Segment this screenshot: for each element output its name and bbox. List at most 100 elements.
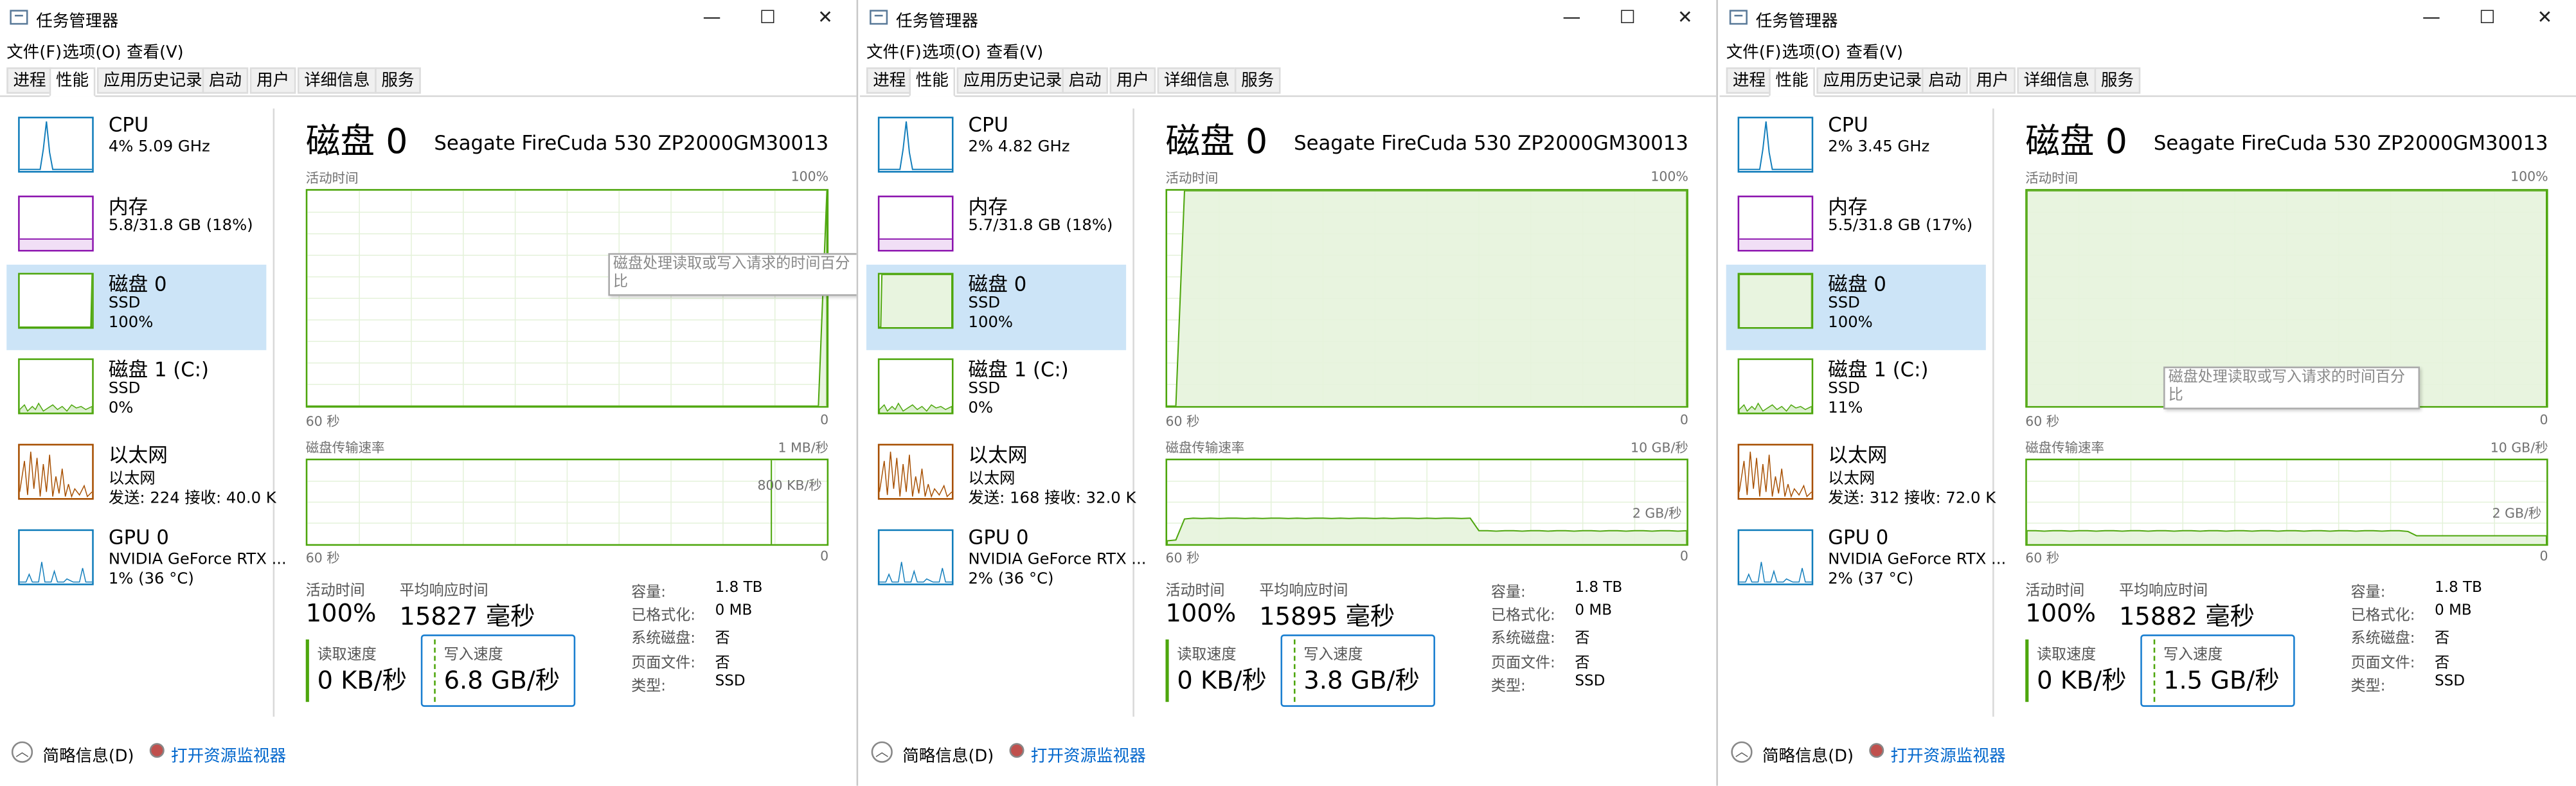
system-disk-label: 系统磁盘:: [2350, 631, 2415, 648]
open-resource-monitor-link[interactable]: 打开资源监视器: [1890, 742, 2005, 766]
resource-sidebar: CPU 2% 3.45 GHz 内存 5.5/31.8 GB (17%) 磁盘 …: [1719, 108, 2006, 717]
sidebar-item-ethernet[interactable]: 以太网 以太网 发送: 168 接收: 32.0 K: [866, 436, 1136, 521]
transfer-axis-right: 0: [820, 549, 829, 564]
resource-sidebar: CPU 2% 4.82 GHz 内存 5.7/31.8 GB (18%) 磁盘 …: [860, 108, 1147, 717]
sidebar-disk1-type: SSD: [108, 379, 141, 398]
tab-details[interactable]: 详细信息: [297, 67, 377, 94]
sidebar-disk0-value: 100%: [108, 314, 154, 332]
chevron-up-icon[interactable]: ︿: [871, 741, 893, 763]
capacity-value: 1.8 TB: [715, 580, 763, 597]
sidebar-item-memory[interactable]: 内存 5.7/31.8 GB (18%): [866, 188, 1126, 273]
sidebar-item-cpu[interactable]: CPU 2% 4.82 GHz: [866, 109, 1126, 194]
tab-performance[interactable]: 性能: [49, 67, 96, 97]
open-resource-monitor-link[interactable]: 打开资源监视器: [1031, 742, 1146, 766]
sidebar-item-cpu[interactable]: CPU 2% 3.45 GHz: [1726, 109, 1986, 194]
title-bar[interactable]: 任务管理器 — ☐ ✕: [0, 0, 857, 36]
menu-options[interactable]: 选项(O): [922, 38, 981, 62]
tab-performance[interactable]: 性能: [1769, 67, 1815, 97]
tab-performance[interactable]: 性能: [909, 67, 956, 97]
sidebar-item-ethernet[interactable]: 以太网 以太网 发送: 224 接收: 40.0 K: [6, 436, 276, 521]
sidebar-item-memory[interactable]: 内存 5.8/31.8 GB (18%): [6, 188, 266, 273]
minimize-button[interactable]: —: [684, 0, 740, 36]
tab-startup[interactable]: 启动: [1922, 67, 1968, 94]
sidebar-memory-value: 5.7/31.8 GB (18%): [968, 217, 1113, 235]
menu-options[interactable]: 选项(O): [62, 38, 121, 62]
sidebar-disk0-type: SSD: [1828, 294, 1860, 312]
brief-info-button[interactable]: 简略信息(D): [902, 742, 994, 766]
menu-file[interactable]: 文件(F): [866, 38, 922, 62]
close-button[interactable]: ✕: [1657, 0, 1713, 36]
tab-processes[interactable]: 进程: [6, 67, 53, 94]
sidebar-disk1-name: 磁盘 1 (C:): [108, 358, 210, 382]
open-resource-monitor-link[interactable]: 打开资源监视器: [171, 742, 286, 766]
transfer-axis-left: 60 秒: [2025, 550, 2060, 566]
tab-startup[interactable]: 启动: [202, 67, 249, 94]
menu-view[interactable]: 查看(V): [987, 38, 1044, 62]
menu-options[interactable]: 选项(O): [1782, 38, 1841, 62]
memory-thumbnail: [877, 195, 954, 252]
close-button[interactable]: ✕: [798, 0, 854, 36]
tab-users[interactable]: 用户: [1969, 67, 2016, 94]
sidebar-item-disk1[interactable]: 磁盘 1 (C:) SSD 0%: [866, 350, 1126, 436]
tab-details[interactable]: 详细信息: [2017, 67, 2097, 94]
tab-app-history[interactable]: 应用历史记录: [96, 67, 209, 94]
minimize-button[interactable]: —: [1544, 0, 1600, 36]
memory-thumbnail: [1737, 195, 1814, 252]
write-speed-label: 写入速度: [1303, 647, 1363, 665]
activity-graph-max: 100%: [2510, 169, 2548, 184]
close-button[interactable]: ✕: [2517, 0, 2573, 36]
sidebar-item-ethernet[interactable]: 以太网 以太网 发送: 312 接收: 72.0 K: [1726, 436, 1996, 521]
sidebar-gpu-sub: NVIDIA GeForce RTX ...: [968, 550, 1147, 569]
title-bar[interactable]: 任务管理器 — ☐ ✕: [860, 0, 1717, 36]
title-bar[interactable]: 任务管理器 — ☐ ✕: [1719, 0, 2576, 36]
tab-app-history[interactable]: 应用历史记录: [956, 67, 1069, 94]
sidebar-gpu-sub: NVIDIA GeForce RTX ...: [1828, 550, 2007, 569]
capacity-value: 1.8 TB: [1575, 580, 1623, 597]
sidebar-item-gpu[interactable]: GPU 0 NVIDIA GeForce RTX ... 2% (37 °C): [1726, 521, 2006, 607]
chevron-up-icon[interactable]: ︿: [1731, 741, 1753, 763]
tab-users[interactable]: 用户: [1109, 67, 1156, 94]
read-speed-value: 0 KB/秒: [317, 665, 407, 695]
maximize-button[interactable]: ☐: [1600, 0, 1656, 36]
sidebar-gpu-name: GPU 0: [1828, 526, 1889, 549]
tab-services[interactable]: 服务: [375, 67, 421, 94]
activity-axis-right: 0: [2539, 413, 2548, 428]
sidebar-item-disk1[interactable]: 磁盘 1 (C:) SSD 0%: [6, 350, 266, 436]
sidebar-item-gpu[interactable]: GPU 0 NVIDIA GeForce RTX ... 1% (36 °C): [6, 521, 287, 607]
tab-processes[interactable]: 进程: [1726, 67, 1773, 94]
transfer-graph-label: 磁盘传输速率: [305, 440, 385, 456]
tab-processes[interactable]: 进程: [866, 67, 913, 94]
tab-details[interactable]: 详细信息: [1157, 67, 1237, 94]
menu-view[interactable]: 查看(V): [1846, 38, 1903, 62]
menu-view[interactable]: 查看(V): [127, 38, 184, 62]
sidebar-item-gpu[interactable]: GPU 0 NVIDIA GeForce RTX ... 2% (36 °C): [866, 521, 1147, 607]
disk0-thumbnail: [18, 272, 94, 329]
tab-startup[interactable]: 启动: [1062, 67, 1108, 94]
maximize-button[interactable]: ☐: [740, 0, 796, 36]
sidebar-item-disk1[interactable]: 磁盘 1 (C:) SSD 11%: [1726, 350, 1986, 436]
chevron-up-icon[interactable]: ︿: [11, 741, 33, 763]
ethernet-thumbnail: [877, 443, 954, 500]
tab-services[interactable]: 服务: [1234, 67, 1281, 94]
response-time-value: 15895 毫秒: [1259, 602, 1395, 632]
sidebar-cpu-value: 4% 5.09 GHz: [108, 138, 210, 156]
tab-app-history[interactable]: 应用历史记录: [1816, 67, 1929, 94]
type-label: 类型:: [1490, 679, 1526, 695]
sidebar-item-memory[interactable]: 内存 5.5/31.8 GB (17%): [1726, 188, 1986, 273]
maximize-icon: ☐: [2479, 6, 2496, 28]
brief-info-button[interactable]: 简略信息(D): [1762, 742, 1854, 766]
maximize-button[interactable]: ☐: [2459, 0, 2515, 36]
menu-file[interactable]: 文件(F): [6, 38, 62, 62]
menu-file[interactable]: 文件(F): [1726, 38, 1782, 62]
sidebar-item-disk0[interactable]: 磁盘 0 SSD 100%: [6, 264, 267, 350]
activity-area: [1167, 190, 1687, 406]
sidebar-item-disk0[interactable]: 磁盘 0 SSD 100%: [866, 264, 1127, 350]
sidebar-item-disk0[interactable]: 磁盘 0 SSD 100%: [1726, 264, 1986, 350]
read-speed-label: 读取速度: [1177, 647, 1237, 665]
brief-info-button[interactable]: 简略信息(D): [43, 742, 134, 766]
minimize-button[interactable]: —: [2404, 0, 2460, 36]
tab-services[interactable]: 服务: [2094, 67, 2141, 94]
tab-users[interactable]: 用户: [249, 67, 296, 94]
sidebar-item-cpu[interactable]: CPU 4% 5.09 GHz: [6, 109, 266, 194]
task-manager-icon: [870, 10, 888, 25]
